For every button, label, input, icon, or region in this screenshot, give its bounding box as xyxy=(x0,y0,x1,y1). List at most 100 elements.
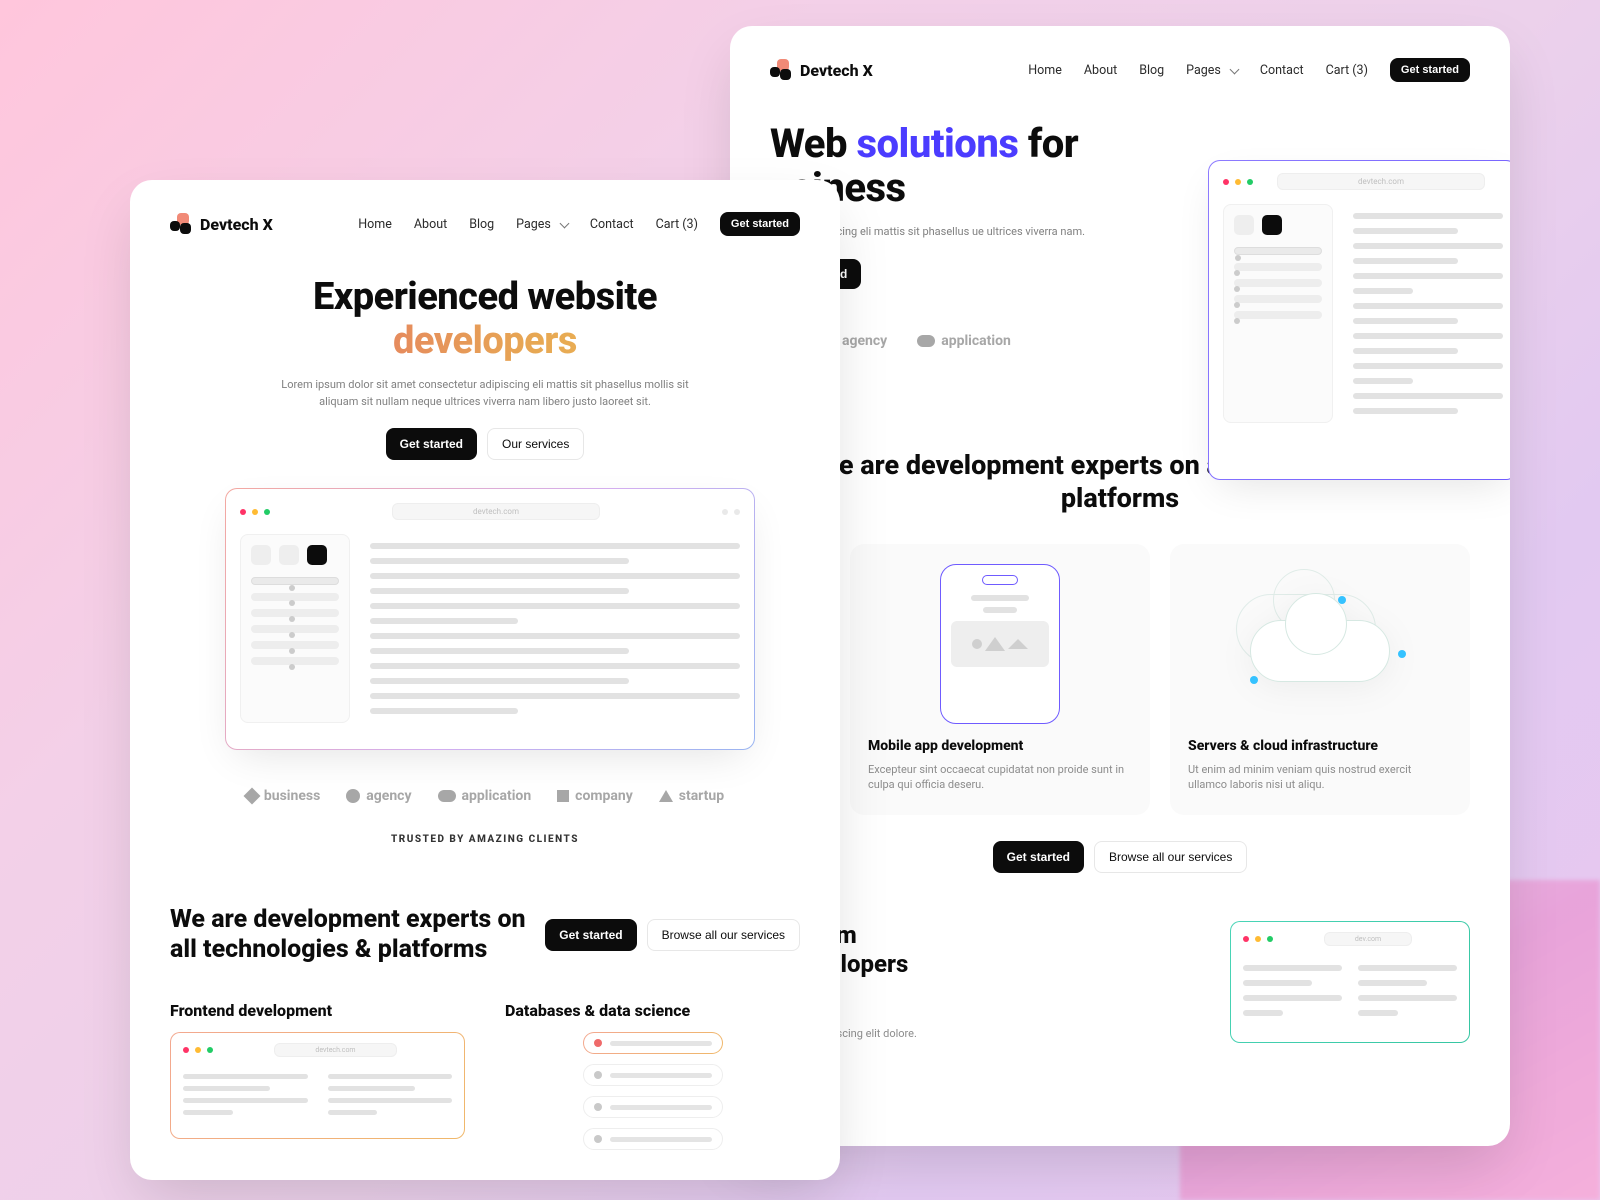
skeleton-line-icon xyxy=(1353,213,1503,219)
cloud-mock-icon xyxy=(1230,584,1410,704)
arrow-up-icon xyxy=(659,790,673,802)
hero-subtitle: Lorem ipsum dolor sit amet consectetur a… xyxy=(270,377,700,410)
skeleton-line-icon xyxy=(370,633,740,639)
logo-startup: startup xyxy=(659,788,724,804)
tech-cta-secondary[interactable]: Browse all our services xyxy=(647,919,800,951)
brand-name: Devtech X xyxy=(800,61,873,80)
service-desc: Excepteur sint occaecat cupidatat non pr… xyxy=(868,762,1132,793)
window-dot-icon xyxy=(734,509,740,515)
nav-menu: Home About Blog Pages Contact Cart (3) G… xyxy=(358,212,800,236)
skeleton-line-icon xyxy=(370,693,740,699)
skeleton-line-icon xyxy=(370,708,518,714)
skeleton-line-icon xyxy=(251,625,339,633)
skeleton-line-icon xyxy=(1353,408,1458,414)
skeleton-line-icon xyxy=(1234,311,1322,319)
nav-cta-button[interactable]: Get started xyxy=(720,212,800,236)
circle-icon xyxy=(346,789,360,803)
frontend-mock-icon: devtech.com xyxy=(170,1032,465,1139)
brand-logo[interactable]: Devtech X xyxy=(170,213,273,235)
skeleton-line-icon xyxy=(251,609,339,617)
window-dot-icon xyxy=(1235,179,1241,185)
nav-contact[interactable]: Contact xyxy=(590,217,634,232)
tech-cta-primary[interactable]: Get started xyxy=(545,919,636,951)
nav-pages[interactable]: Pages xyxy=(516,217,568,232)
service-title: Servers & cloud infrastructure xyxy=(1188,738,1452,754)
logo-application: application xyxy=(917,333,1011,349)
nav-about[interactable]: About xyxy=(414,217,447,232)
hero-accent: solutions xyxy=(856,120,1018,167)
skeleton-line-icon xyxy=(1353,378,1413,384)
client-logos: business agency application company star… xyxy=(225,788,745,804)
svc-databases[interactable]: Databases & data science xyxy=(505,1001,800,1150)
skeleton-line-icon xyxy=(370,648,629,654)
svc-frontend[interactable]: Frontend development devtech.com xyxy=(170,1001,465,1150)
nav-home[interactable]: Home xyxy=(358,217,392,232)
skeleton-line-icon xyxy=(251,657,339,665)
service-card-mobile[interactable]: Mobile app development Excepteur sint oc… xyxy=(850,544,1150,815)
skeleton-line-icon xyxy=(370,588,629,594)
window-dot-icon xyxy=(264,509,270,515)
nav-contact[interactable]: Contact xyxy=(1260,63,1304,78)
skeleton-line-icon xyxy=(1353,333,1503,339)
logo-application: application xyxy=(438,788,532,804)
window-dot-icon xyxy=(1223,179,1229,185)
nav-cta-button[interactable]: Get started xyxy=(1390,58,1470,82)
skeleton-line-icon xyxy=(1353,318,1458,324)
sidebar-tab-icon xyxy=(279,545,299,565)
nav-cart[interactable]: Cart (3) xyxy=(656,217,698,232)
cloud-icon xyxy=(438,790,456,802)
skeleton-line-icon xyxy=(1234,263,1322,271)
agile-mock-icon: dev.com xyxy=(1230,921,1470,1043)
hero-secondary-button[interactable]: Our services xyxy=(487,428,584,460)
logo-company: company xyxy=(557,788,633,804)
nav-home[interactable]: Home xyxy=(1028,63,1062,78)
skeleton-line-icon xyxy=(370,618,518,624)
hero-title: Experienced website developers xyxy=(225,276,745,363)
skeleton-line-icon xyxy=(251,577,339,585)
skeleton-line-icon xyxy=(370,558,629,564)
skeleton-line-icon xyxy=(1353,243,1503,249)
skeleton-line-icon xyxy=(1353,348,1458,354)
diamond-icon xyxy=(243,788,260,805)
nav-blog[interactable]: Blog xyxy=(469,217,494,232)
skeleton-line-icon xyxy=(1353,288,1413,294)
skeleton-line-icon xyxy=(1353,393,1503,399)
tech-section-title: We are development experts on all techno… xyxy=(170,905,530,965)
skeleton-line-icon xyxy=(1234,279,1322,287)
hero-pre: Web xyxy=(770,120,856,167)
window-dot-icon xyxy=(240,509,246,515)
sidebar-tab-icon xyxy=(251,545,271,565)
hero-post: for xyxy=(1018,120,1078,167)
navbar: Devtech X Home About Blog Pages Contact … xyxy=(770,58,1470,82)
tech-section: We are development experts on all techno… xyxy=(170,905,800,965)
service-card-cloud[interactable]: Servers & cloud infrastructure Ut enim a… xyxy=(1170,544,1470,815)
services-cta-primary[interactable]: Get started xyxy=(993,841,1084,873)
services-cta-secondary[interactable]: Browse all our services xyxy=(1094,841,1247,873)
sidebar-tab-icon xyxy=(1262,215,1282,235)
nav-pages-label: Pages xyxy=(1186,63,1221,78)
nav-pages[interactable]: Pages xyxy=(1186,63,1238,78)
phone-mock-icon xyxy=(940,564,1060,724)
navbar: Devtech X Home About Blog Pages Contact … xyxy=(170,212,800,236)
hero-accent: developers xyxy=(225,320,745,364)
svc-title: Frontend development xyxy=(170,1001,465,1020)
hero-line1: Experienced website xyxy=(313,275,657,319)
nav-cart[interactable]: Cart (3) xyxy=(1326,63,1368,78)
skeleton-line-icon xyxy=(251,593,339,601)
sidebar-tab-icon xyxy=(307,545,327,565)
skeleton-line-icon xyxy=(370,573,740,579)
skeleton-line-icon xyxy=(370,603,740,609)
hero-primary-button[interactable]: Get started xyxy=(386,428,477,460)
sidebar-tab-icon xyxy=(1234,215,1254,235)
cloud-icon xyxy=(917,335,935,347)
hero-left: Experienced website developers Lorem ips… xyxy=(225,276,745,845)
browser-mock-icon: devtech.com xyxy=(1208,160,1510,480)
brand-logo[interactable]: Devtech X xyxy=(770,59,873,81)
nav-blog[interactable]: Blog xyxy=(1139,63,1164,78)
skeleton-line-icon xyxy=(370,543,740,549)
skeleton-line-icon xyxy=(370,663,740,669)
logo-mark-icon xyxy=(770,59,792,81)
window-dot-icon xyxy=(252,509,258,515)
brand-name: Devtech X xyxy=(200,215,273,234)
nav-about[interactable]: About xyxy=(1084,63,1117,78)
